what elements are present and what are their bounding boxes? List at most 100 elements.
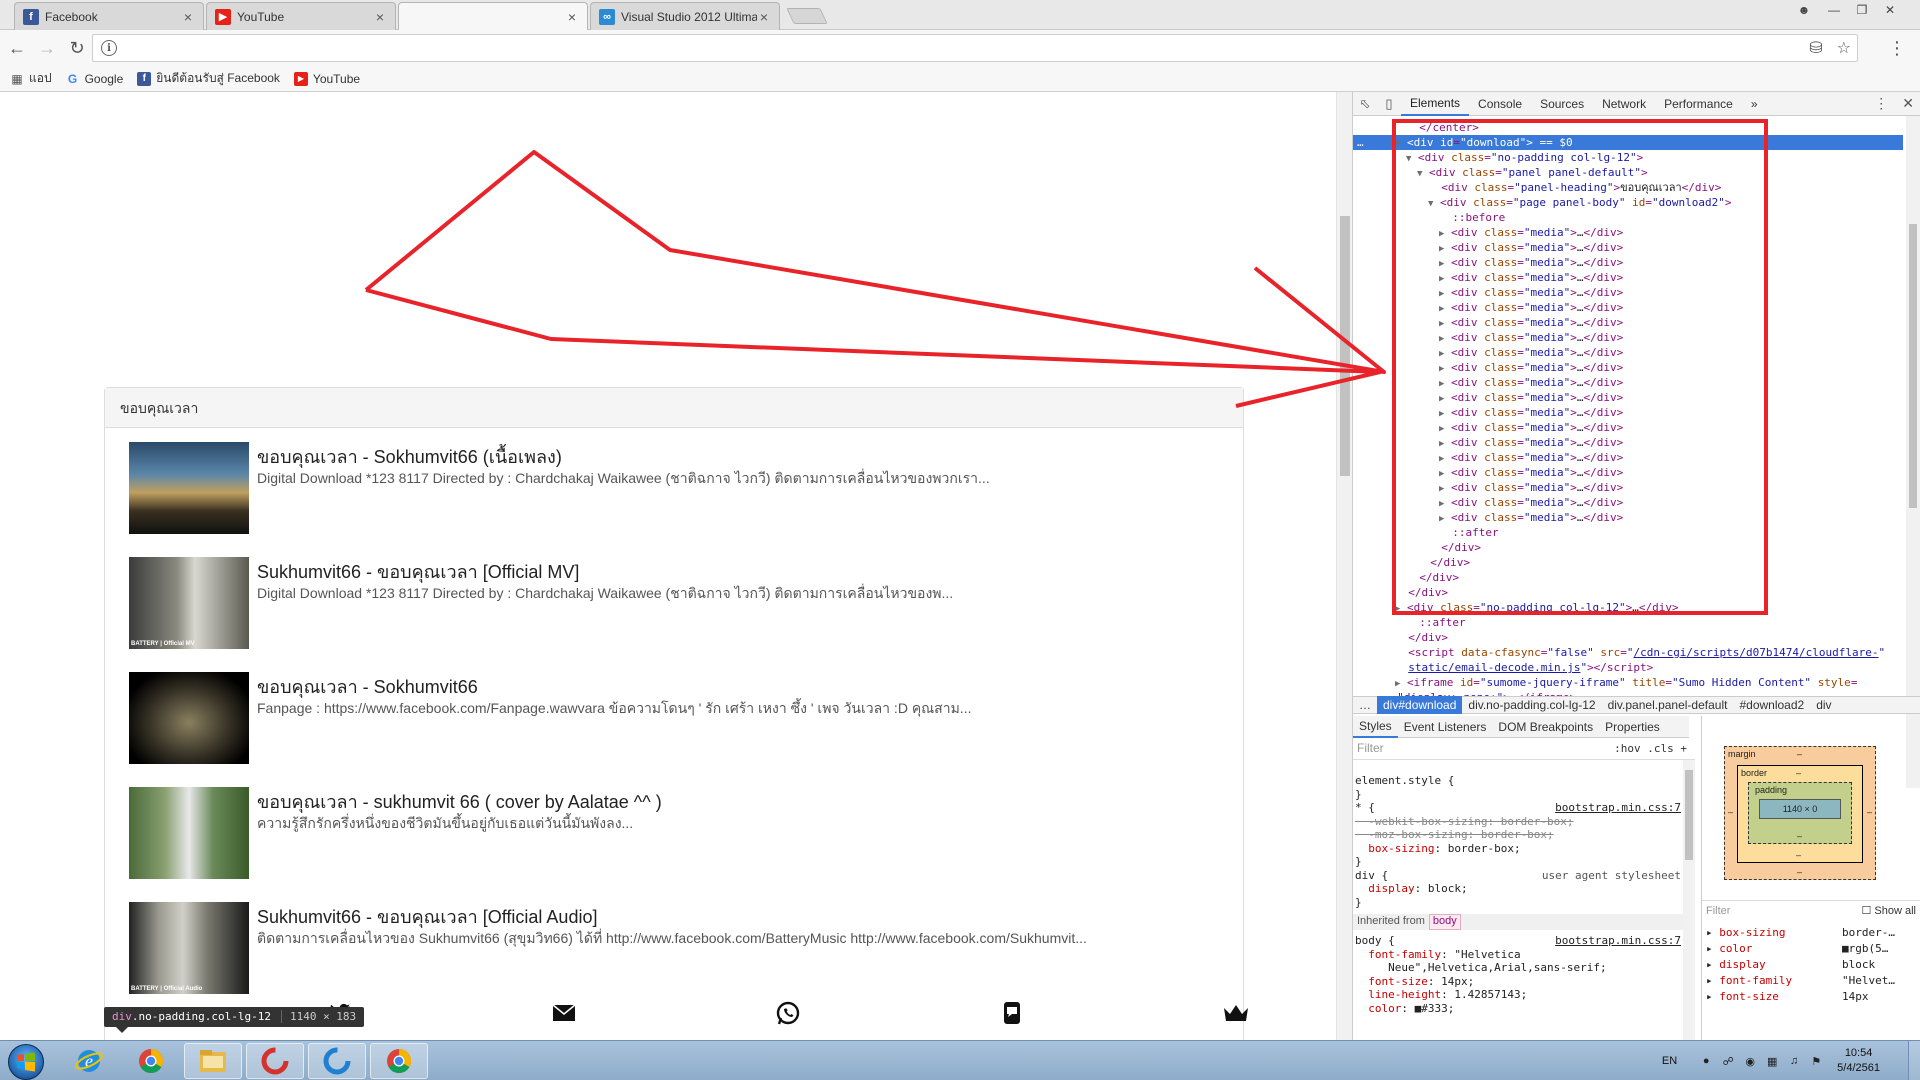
style-declaration[interactable]: display: block; bbox=[1355, 882, 1467, 896]
tray-app-icon[interactable]: ● bbox=[1699, 1054, 1713, 1068]
dom-node[interactable]: <div class="panel-heading">ขอบคุณเวลา</d… bbox=[1428, 180, 1721, 195]
style-declaration[interactable]: line-height: 1.42857143; bbox=[1355, 988, 1527, 1002]
breadcrumb-item[interactable]: div bbox=[1810, 696, 1837, 714]
style-declaration[interactable]: font-family: "Helvetica bbox=[1355, 948, 1520, 962]
computed-property[interactable]: ▸ font-size 14px bbox=[1706, 990, 1869, 1003]
volume-icon[interactable]: ♫ bbox=[1787, 1054, 1801, 1068]
breadcrumb-item[interactable]: div.no-padding.col-lg-12 bbox=[1462, 696, 1601, 714]
tab-elements[interactable]: Elements bbox=[1401, 92, 1470, 116]
show-desktop-button[interactable] bbox=[1908, 1041, 1920, 1080]
tab-performance[interactable]: Performance bbox=[1655, 92, 1742, 116]
styles-scrollbar[interactable] bbox=[1683, 760, 1695, 1040]
computed-property[interactable]: ▸ box-sizing border-… bbox=[1706, 926, 1895, 939]
tray-chart-icon[interactable]: ▦ bbox=[1765, 1054, 1779, 1068]
app-e-icon[interactable] bbox=[308, 1043, 366, 1079]
dom-node[interactable]: ::before bbox=[1439, 210, 1505, 225]
tab-active[interactable]: × bbox=[398, 2, 588, 31]
bookmark-star-icon[interactable]: ☆ bbox=[1837, 38, 1851, 58]
email-icon[interactable] bbox=[550, 999, 578, 1027]
style-declaration[interactable]: div { bbox=[1355, 869, 1388, 883]
tab-event-listeners[interactable]: Event Listeners bbox=[1398, 716, 1493, 738]
show-all-checkbox[interactable]: ☐ Show all bbox=[1862, 904, 1917, 917]
close-window-button[interactable]: ✕ bbox=[1876, 0, 1904, 20]
file-explorer-icon[interactable] bbox=[184, 1043, 242, 1079]
computed-property[interactable]: ▸ font-family "Helvet… bbox=[1706, 974, 1895, 987]
box-model-margin[interactable]: margin – – – – border – – padding – 1140… bbox=[1724, 746, 1876, 880]
video-item[interactable]: ขอบคุณเวลา - sukhumvit 66 ( cover by Aal… bbox=[129, 787, 1229, 879]
dom-node[interactable]: static/email-decode.min.js"></script> bbox=[1395, 660, 1653, 675]
style-declaration[interactable]: font-size: 14px; bbox=[1355, 975, 1474, 989]
video-item[interactable]: ขอบคุณเวลา - Sokhumvit66 (เนื้อเพลง) Dig… bbox=[129, 442, 1229, 534]
style-declaration[interactable]: color: ■#333; bbox=[1355, 1002, 1454, 1016]
tray-shield-icon[interactable]: ◉ bbox=[1743, 1054, 1757, 1068]
video-item[interactable]: BATTERY | Official MV Sukhumvit66 - ขอบค… bbox=[129, 557, 1229, 649]
styles-options[interactable]: :hov .cls + bbox=[1614, 742, 1687, 756]
dom-node[interactable]: </div> bbox=[1428, 540, 1481, 555]
clock[interactable]: 10:54 5/4/2561 bbox=[1837, 1046, 1880, 1076]
scroll-thumb[interactable] bbox=[1685, 770, 1693, 860]
video-item[interactable]: ขอบคุณเวลา - Sokhumvit66 Fanpage : https… bbox=[129, 672, 1229, 764]
whatsapp-icon[interactable] bbox=[774, 999, 802, 1027]
video-title[interactable]: Sukhumvit66 - ขอบคุณเวลา [Official MV] bbox=[257, 557, 579, 586]
network-icon[interactable]: ☍ bbox=[1721, 1054, 1735, 1068]
style-declaration[interactable]: -moz-box-sizing: border-box; bbox=[1355, 828, 1553, 842]
video-title[interactable]: Sukhumvit66 - ขอบคุณเวลา [Official Audio… bbox=[257, 902, 597, 931]
inspect-element-icon[interactable]: ⬁ bbox=[1353, 96, 1377, 112]
close-icon[interactable]: × bbox=[373, 9, 387, 25]
user-icon[interactable]: ☻ bbox=[1790, 0, 1818, 20]
page-scrollbar[interactable] bbox=[1336, 92, 1352, 1040]
tab-properties[interactable]: Properties bbox=[1599, 716, 1666, 738]
video-thumbnail[interactable] bbox=[129, 672, 249, 764]
style-declaration[interactable]: * { bbox=[1355, 801, 1375, 815]
tab-sources[interactable]: Sources bbox=[1531, 92, 1593, 116]
breadcrumb-item[interactable]: div#download bbox=[1377, 696, 1463, 714]
app-c-icon[interactable] bbox=[246, 1043, 304, 1079]
style-source-link[interactable]: bootstrap.min.css:7 bbox=[1555, 934, 1681, 948]
tab-network[interactable]: Network bbox=[1593, 92, 1655, 116]
video-thumbnail[interactable]: BATTERY | Official Audio bbox=[129, 902, 249, 994]
bookmark-google[interactable]: G Google bbox=[66, 72, 123, 86]
style-source-link[interactable]: bootstrap.min.css:7 bbox=[1555, 801, 1681, 815]
breadcrumb-more[interactable]: … bbox=[1353, 696, 1377, 714]
style-declaration[interactable]: } bbox=[1355, 788, 1362, 802]
computed-property[interactable]: ▸ color ■rgb(5… bbox=[1706, 942, 1888, 955]
computed-property[interactable]: ▸ display block bbox=[1706, 958, 1875, 971]
dom-node[interactable]: ::after bbox=[1439, 525, 1498, 540]
tab-styles[interactable]: Styles bbox=[1353, 716, 1398, 738]
more-tabs-icon[interactable]: » bbox=[1742, 92, 1767, 116]
styles-filter-input[interactable]: Filter :hov .cls + bbox=[1353, 738, 1695, 760]
tab-visual-studio[interactable]: ∞ Visual Studio 2012 Ultima × bbox=[590, 2, 780, 30]
close-icon[interactable]: × bbox=[565, 9, 579, 25]
style-declaration[interactable]: } bbox=[1355, 855, 1362, 869]
close-icon[interactable]: × bbox=[181, 9, 195, 25]
dom-node[interactable]: </center> bbox=[1406, 120, 1479, 135]
video-title[interactable]: ขอบคุณเวลา - sukhumvit 66 ( cover by Aal… bbox=[257, 787, 662, 816]
devtools-close-icon[interactable]: ✕ bbox=[1902, 95, 1914, 112]
video-title[interactable]: ขอบคุณเวลา - Sokhumvit66 bbox=[257, 672, 478, 701]
chrome-icon[interactable] bbox=[122, 1043, 180, 1079]
style-declaration[interactable]: box-sizing: border-box; bbox=[1355, 842, 1520, 856]
menu-dots-icon[interactable]: ⋮ bbox=[1888, 38, 1906, 59]
crown-icon[interactable] bbox=[1222, 999, 1250, 1027]
breadcrumb-item[interactable]: div.panel.panel-default bbox=[1602, 696, 1734, 714]
tab-dom-breakpoints[interactable]: DOM Breakpoints bbox=[1492, 716, 1599, 738]
dom-node[interactable]: </div> bbox=[1417, 555, 1470, 570]
style-declaration[interactable]: element.style { bbox=[1355, 774, 1454, 788]
style-declaration[interactable]: body { bbox=[1355, 934, 1395, 948]
dom-node[interactable]: </div> bbox=[1395, 585, 1448, 600]
device-toolbar-icon[interactable]: ▯ bbox=[1377, 96, 1401, 112]
video-thumbnail[interactable]: BATTERY | Official MV bbox=[129, 557, 249, 649]
minimize-button[interactable]: — bbox=[1820, 0, 1848, 20]
scroll-thumb[interactable] bbox=[1909, 224, 1917, 508]
tab-youtube[interactable]: ▶ YouTube × bbox=[206, 2, 396, 30]
video-thumbnail[interactable] bbox=[129, 442, 249, 534]
style-declaration[interactable]: -webkit-box-sizing: border-box; bbox=[1355, 815, 1573, 829]
forward-button[interactable]: → bbox=[34, 35, 60, 61]
node-more-icon[interactable]: … bbox=[1357, 135, 1364, 150]
devtools-menu-icon[interactable]: ⋮ bbox=[1874, 95, 1888, 112]
elements-scrollbar[interactable] bbox=[1906, 116, 1920, 788]
computed-filter-input[interactable]: Filter ☐ Show all bbox=[1702, 900, 1920, 920]
tab-facebook[interactable]: f Facebook × bbox=[14, 2, 204, 30]
internet-explorer-icon[interactable]: e bbox=[60, 1043, 118, 1079]
language-indicator[interactable]: EN bbox=[1662, 1055, 1677, 1067]
